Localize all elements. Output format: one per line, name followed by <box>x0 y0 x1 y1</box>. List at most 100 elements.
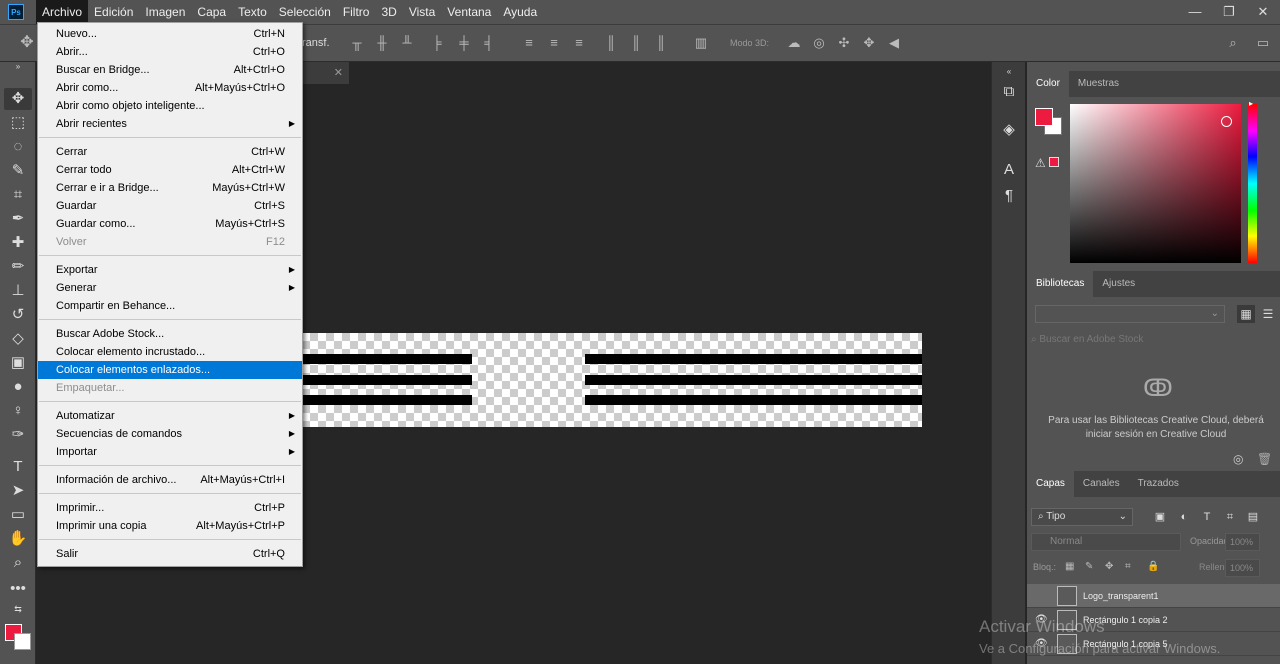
file-menu-item[interactable]: Compartir en Behance... <box>38 297 302 315</box>
canvas-image[interactable] <box>302 333 922 427</box>
list-view-icon[interactable]: ☰ <box>1259 305 1277 323</box>
hue-marker-icon[interactable]: ▸ <box>1249 99 1253 108</box>
roll-3d-icon[interactable]: ◎ <box>812 36 826 50</box>
file-menu-item[interactable]: Secuencias de comandos ▶ <box>38 425 302 443</box>
file-menu-item[interactable]: Guardar Ctrl+S <box>38 197 302 215</box>
menu-2[interactable]: Edición <box>88 0 139 24</box>
document-tab-close-icon[interactable]: ✕ <box>299 62 349 84</box>
auto-align-icon[interactable]: ▥ <box>694 36 708 50</box>
panel-foreground-swatch[interactable] <box>1035 108 1053 126</box>
file-menu-item[interactable]: Cerrar e ir a Bridge... Mayús+Ctrl+W <box>38 179 302 197</box>
search-icon[interactable]: ⌕ <box>1226 36 1240 50</box>
color-picker-marker[interactable] <box>1221 116 1232 127</box>
restore-button[interactable]: ❐ <box>1212 0 1246 24</box>
creative-cloud-sync-icon[interactable]: ◎ <box>1233 452 1243 466</box>
align-right-icon[interactable]: ╡ <box>482 36 496 50</box>
background-color-swatch[interactable] <box>14 633 31 650</box>
file-menu-item[interactable]: Guardar como... Mayús+Ctrl+S <box>38 215 302 233</box>
hand-tool-icon[interactable]: ✋ <box>4 528 32 550</box>
library-select[interactable]: ⌄ <box>1035 305 1225 323</box>
library-search-input[interactable]: ⌕ Buscar en Adobe Stock <box>1031 334 1276 350</box>
layer-kind-filter[interactable]: ⌕ Tipo ⌄ <box>1031 508 1133 526</box>
lock-position-icon[interactable]: ✥ <box>1105 561 1113 572</box>
path-selection-tool-icon[interactable]: ➤ <box>4 480 32 502</box>
distribute-hcenter-icon[interactable]: ║ <box>629 36 643 50</box>
menu-3[interactable]: Imagen <box>139 0 191 24</box>
scale-3d-icon[interactable]: ◀ <box>887 36 901 50</box>
file-menu-item[interactable]: Generar ▶ <box>38 279 302 297</box>
marquee-tool-icon[interactable]: ⬚ <box>4 112 32 134</box>
tab-paths[interactable]: Trazados <box>1129 471 1188 497</box>
zoom-tool-icon[interactable]: ⌕ <box>4 552 32 574</box>
close-window-button[interactable]: ✕ <box>1246 0 1280 24</box>
crop-tool-icon[interactable]: ⌗ <box>4 184 32 206</box>
file-menu-item[interactable]: Imprimir una copia Alt+Mayús+Ctrl+P <box>38 517 302 535</box>
menu-6[interactable]: Selección <box>273 0 337 24</box>
file-menu-item[interactable]: Cerrar Ctrl+W <box>38 143 302 161</box>
rectangle-tool-icon[interactable]: ▭ <box>4 504 32 526</box>
filter-adjustment-icon[interactable]: ◐ <box>1177 510 1191 524</box>
hue-slider[interactable] <box>1248 104 1257 263</box>
file-menu-item[interactable]: Abrir recientes ▶ <box>38 115 302 133</box>
move-tool-icon[interactable]: ✥ <box>4 88 32 110</box>
file-menu-item[interactable]: Abrir... Ctrl+O <box>38 43 302 61</box>
collapse-toolbar-icon[interactable]: » <box>4 63 32 71</box>
color-picker-field[interactable] <box>1070 104 1241 263</box>
file-menu-item[interactable]: Salir Ctrl+Q <box>38 545 302 563</box>
file-menu-item[interactable]: Exportar ▶ <box>38 261 302 279</box>
menu-1[interactable]: Archivo <box>36 0 89 24</box>
menu-4[interactable]: Capa <box>191 0 232 24</box>
gamut-swatch[interactable] <box>1049 157 1059 167</box>
menu-5[interactable]: Texto <box>232 0 273 24</box>
quick-selection-tool-icon[interactable]: ✎ <box>4 160 32 182</box>
align-top-icon[interactable]: ╥ <box>350 36 364 50</box>
distribute-top-icon[interactable]: ≡ <box>522 36 536 50</box>
workspace-icon[interactable]: ▭ <box>1256 36 1270 50</box>
distribute-left-icon[interactable]: ║ <box>604 36 618 50</box>
layer-row[interactable]: Logo_transparent1 <box>1027 584 1280 608</box>
character-panel-icon[interactable]: A <box>999 160 1019 180</box>
type-tool-icon[interactable]: T <box>4 456 32 478</box>
distribute-bottom-icon[interactable]: ≡ <box>572 36 586 50</box>
align-vcenter-icon[interactable]: ╫ <box>375 36 389 50</box>
move-tool-icon[interactable]: ✥ <box>20 35 34 51</box>
menu-8[interactable]: 3D <box>375 0 402 24</box>
file-menu-item[interactable]: Colocar elemento incrustado... <box>38 343 302 361</box>
filter-smart-object-icon[interactable]: ▤ <box>1246 510 1260 524</box>
healing-brush-tool-icon[interactable]: ✚ <box>4 232 32 254</box>
lasso-tool-icon[interactable]: ◌ <box>4 136 32 158</box>
file-menu-item[interactable]: Buscar en Bridge... Alt+Ctrl+O <box>38 61 302 79</box>
minimize-button[interactable]: — <box>1178 0 1212 24</box>
file-menu-item[interactable]: Abrir como... Alt+Mayús+Ctrl+O <box>38 79 302 97</box>
menu-9[interactable]: Vista <box>403 0 441 24</box>
tab-adjustments[interactable]: Ajustes <box>1093 271 1144 297</box>
distribute-vcenter-icon[interactable]: ≡ <box>547 36 561 50</box>
collapse-panels-icon[interactable]: « <box>999 68 1019 76</box>
distribute-right-icon[interactable]: ║ <box>654 36 668 50</box>
align-left-icon[interactable]: ╞ <box>430 36 444 50</box>
paragraph-panel-icon[interactable]: ¶ <box>999 186 1019 206</box>
file-menu-item[interactable]: Abrir como objeto inteligente... <box>38 97 302 115</box>
filter-shape-icon[interactable]: ⌗ <box>1223 510 1237 524</box>
opacity-input[interactable]: 100% <box>1225 533 1260 551</box>
menu-10[interactable]: Ventana <box>441 0 497 24</box>
grid-view-icon[interactable]: ▦ <box>1237 305 1255 323</box>
clone-stamp-tool-icon[interactable]: ⊥ <box>4 280 32 302</box>
gradient-tool-icon[interactable]: ▣ <box>4 352 32 374</box>
eraser-tool-icon[interactable]: ◇ <box>4 328 32 350</box>
align-bottom-icon[interactable]: ╨ <box>400 36 414 50</box>
file-menu-item[interactable]: Imprimir... Ctrl+P <box>38 499 302 517</box>
trash-icon[interactable]: 🗑 <box>1257 452 1272 466</box>
tab-libraries[interactable]: Bibliotecas <box>1027 271 1094 297</box>
menu-11[interactable]: Ayuda <box>497 0 543 24</box>
pan-3d-icon[interactable]: ✣ <box>837 36 851 50</box>
fill-input[interactable]: 100% <box>1225 559 1260 577</box>
file-menu-item[interactable]: Colocar elementos enlazados... <box>38 361 302 379</box>
file-menu-item[interactable]: Cerrar todo Alt+Ctrl+W <box>38 161 302 179</box>
filter-pixel-icon[interactable]: ▣ <box>1153 510 1167 524</box>
blend-mode-select[interactable]: Normal <box>1031 533 1181 551</box>
align-hcenter-icon[interactable]: ╪ <box>457 36 471 50</box>
filter-type-icon[interactable]: T <box>1200 510 1214 524</box>
slide-3d-icon[interactable]: ✥ <box>862 36 876 50</box>
blur-tool-icon[interactable]: ● <box>4 376 32 398</box>
